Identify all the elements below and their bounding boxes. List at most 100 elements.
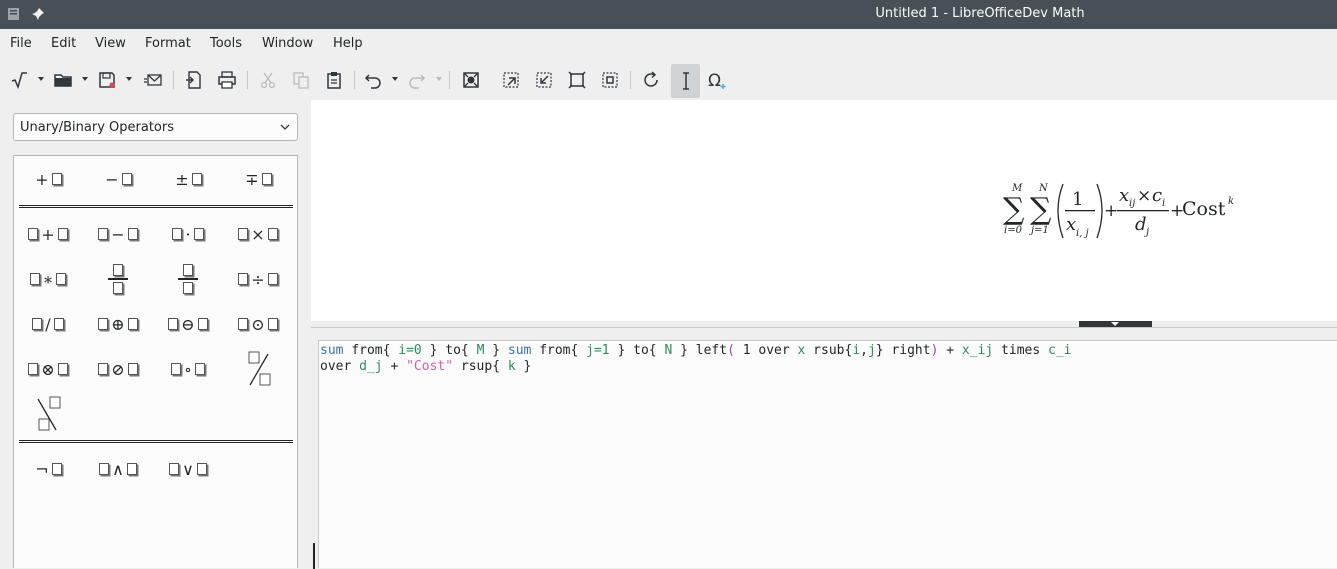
element-category-select[interactable]: Unary/Binary Operators [13, 113, 298, 141]
operator-symbol: ⊕ [111, 314, 125, 334]
operator-symbol: × [251, 224, 265, 244]
menu-bar: File Edit View Format Tools Window Help [0, 29, 1337, 60]
element-minus-plus[interactable]: ∓ [228, 159, 288, 199]
token: + [390, 359, 399, 374]
wide-slash-graphic [248, 351, 271, 386]
open-dropdown-arrow[interactable] [82, 77, 88, 81]
element-boolean-or[interactable]: ∨ [158, 449, 218, 489]
element-plus-minus[interactable]: ± [158, 159, 218, 199]
element-concatenation[interactable]: ∘ [158, 349, 218, 389]
menu-edit[interactable]: Edit [51, 36, 76, 51]
element-fraction[interactable] [88, 259, 148, 299]
sum2-symbol: ∑ [1030, 192, 1052, 227]
element-circled-plus[interactable]: ⊕ [88, 304, 148, 344]
element-boolean-not[interactable]: ¬ [18, 449, 78, 489]
element-circled-dot[interactable]: ⊙ [228, 304, 288, 344]
menu-file[interactable]: File [10, 36, 32, 51]
frac1-denominator-sub: i, j [1076, 228, 1089, 239]
export-pdf-button[interactable] [181, 67, 207, 93]
token: ( [727, 343, 735, 358]
element-wide-slash[interactable] [228, 349, 288, 389]
zoom-fit-icon [602, 72, 618, 88]
token: j=1 [586, 343, 610, 358]
placeholder-box [196, 463, 207, 475]
token: rsub{ [813, 343, 853, 358]
plus-1: + [1104, 201, 1118, 221]
operator-symbol: ⊖ [181, 314, 195, 334]
placeholder-box [28, 228, 39, 240]
redo-icon [409, 74, 426, 89]
token: } [617, 343, 626, 358]
app-menu-icon[interactable] [7, 7, 21, 21]
menu-tools[interactable]: Tools [210, 36, 242, 51]
placeholder-box [169, 463, 180, 475]
element-addition[interactable]: + [18, 214, 78, 254]
element-division[interactable]: ÷ [228, 259, 288, 299]
email-button[interactable] [140, 67, 166, 93]
placeholder-box [267, 273, 278, 285]
token: c_i [1048, 343, 1072, 358]
paste-button[interactable] [321, 67, 347, 93]
symbols-button[interactable]: Ω [704, 67, 730, 93]
undo-dropdown-arrow[interactable] [392, 77, 398, 81]
placeholder-box [99, 463, 110, 475]
copy-icon [293, 72, 309, 89]
print-button[interactable] [214, 67, 240, 93]
zoom-in-button[interactable] [498, 67, 524, 93]
left-paren [1057, 183, 1064, 239]
element-circled-minus[interactable]: ⊖ [158, 304, 218, 344]
zoom-button[interactable] [458, 67, 484, 93]
placeholder-box [127, 228, 138, 240]
fraction-bar [178, 278, 198, 280]
formula-editor[interactable]: sum from{ i=0 } to{ M } sum from{ j=1 } … [313, 340, 1337, 569]
placeholder-box [194, 363, 205, 375]
element-circled-slash[interactable]: ⊘ [88, 349, 148, 389]
undo-button[interactable] [360, 67, 386, 93]
zoom-fit-button[interactable] [597, 67, 623, 93]
formula-dropdown-arrow[interactable] [38, 77, 44, 81]
save-dropdown-arrow[interactable] [126, 77, 132, 81]
element-slash[interactable]: / [18, 304, 78, 344]
pin-icon[interactable] [31, 7, 45, 21]
operator-symbol: ¬ [35, 459, 49, 479]
fraction-bar [108, 278, 128, 280]
show-all-button[interactable] [564, 67, 590, 93]
menu-help[interactable]: Help [333, 36, 363, 51]
element-subtraction[interactable]: − [88, 214, 148, 254]
element-multiplication-star[interactable]: ∗ [18, 259, 78, 299]
elements-panel: + − ± ∓ + − · × ∗ ÷ / ⊕ ⊖ ⊙ ⊗ ⊘ ∘ ¬ ∧ ∨ [13, 155, 298, 568]
element-boolean-and[interactable]: ∧ [88, 449, 148, 489]
token: i [852, 343, 861, 358]
placeholder-box [98, 318, 109, 330]
menu-window[interactable]: Window [262, 36, 313, 51]
token: from{ [351, 343, 391, 358]
formula-preview[interactable]: M ∑ i=0 N ∑ j=1 1 x i, j + x ij × c i d … [311, 100, 1337, 321]
element-multiplication-x[interactable]: × [228, 214, 288, 254]
menu-view[interactable]: View [95, 36, 126, 51]
open-button[interactable] [50, 67, 76, 93]
zoom-out-button[interactable] [531, 67, 557, 93]
element-unary-plus[interactable]: + [18, 159, 78, 199]
toolbar-separator [247, 71, 248, 89]
token: , [860, 343, 868, 358]
placeholder-box [238, 273, 249, 285]
token: k [507, 359, 516, 374]
element-multiplication-dot[interactable]: · [158, 214, 218, 254]
placeholder-box [261, 173, 272, 185]
placeholder-box [127, 363, 138, 375]
formula-cursor-toggle-button[interactable] [671, 64, 700, 98]
save-button[interactable] [94, 67, 120, 93]
token: 1 [742, 343, 751, 358]
elements-separator [19, 205, 293, 208]
formula-cursor-button[interactable] [6, 67, 32, 93]
element-circled-times[interactable]: ⊗ [18, 349, 78, 389]
element-unary-minus[interactable]: − [88, 159, 148, 199]
token: sum [320, 343, 344, 358]
update-button[interactable] [638, 67, 664, 93]
token: to{ [633, 343, 657, 358]
element-wide-backslash[interactable] [18, 394, 78, 434]
operator-symbol: / [45, 314, 51, 334]
element-fraction-wide[interactable] [158, 259, 218, 299]
menu-format[interactable]: Format [145, 36, 191, 51]
placeholder-box [168, 318, 179, 330]
